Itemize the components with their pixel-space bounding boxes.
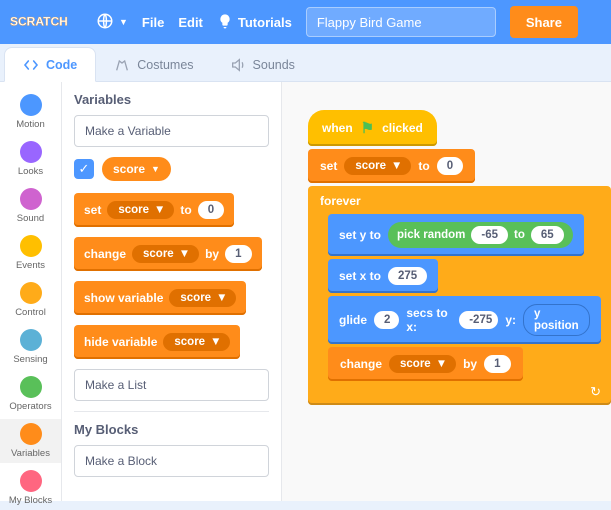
variable-row[interactable]: ✓ score▼ (74, 157, 269, 181)
block-show-variable[interactable]: show variable score▼ (74, 281, 246, 315)
tab-code[interactable]: Code (4, 47, 96, 82)
globe-icon (96, 12, 114, 33)
number-input[interactable]: 65 (531, 226, 564, 244)
scratch-logo[interactable]: SCRATCH (10, 10, 82, 34)
category-control[interactable]: Control (0, 278, 61, 322)
variables-dot-icon (20, 423, 42, 445)
block-forever[interactable]: forever set y to pick random -65 to 65 s… (308, 186, 611, 405)
operators-dot-icon (20, 376, 42, 398)
forever-label: forever (318, 194, 601, 208)
green-flag-icon: ⚑ (361, 119, 374, 137)
lightbulb-icon (217, 13, 233, 32)
costumes-icon (114, 57, 130, 73)
category-looks[interactable]: Looks (0, 137, 61, 181)
number-input[interactable]: 2 (374, 311, 399, 329)
script-workspace[interactable]: when ⚑ clicked set score▼ to 0 forever s… (282, 82, 611, 501)
category-sound[interactable]: Sound (0, 184, 61, 228)
language-menu[interactable]: ▼ (96, 12, 128, 33)
share-button[interactable]: Share (510, 6, 578, 38)
svg-text:SCRATCH: SCRATCH (10, 15, 68, 29)
loop-arrow-icon: ↻ (590, 384, 601, 400)
var-dropdown[interactable]: score▼ (163, 333, 230, 351)
block-set-score-0[interactable]: set score▼ to 0 (308, 149, 475, 183)
sensing-dot-icon (20, 329, 42, 351)
block-change-score[interactable]: change score▼ by 1 (328, 347, 523, 381)
category-sensing[interactable]: Sensing (0, 325, 61, 369)
block-pick-random[interactable]: pick random -65 to 65 (388, 222, 573, 248)
caret-down-icon: ▼ (151, 164, 160, 174)
main-area: Motion Looks Sound Events Control Sensin… (0, 82, 611, 501)
category-events[interactable]: Events (0, 231, 61, 275)
category-column: Motion Looks Sound Events Control Sensin… (0, 82, 62, 501)
block-hide-variable[interactable]: hide variable score▼ (74, 325, 240, 359)
motion-dot-icon (20, 94, 42, 116)
looks-dot-icon (20, 141, 42, 163)
tab-row: Code Costumes Sounds (0, 44, 611, 82)
block-glide[interactable]: glide 2 secs to x: -275 y: y position (328, 296, 601, 344)
sounds-icon (230, 57, 246, 73)
reporter-y-position[interactable]: y position (523, 304, 590, 336)
variable-checkbox[interactable]: ✓ (74, 159, 94, 179)
number-input[interactable]: 1 (225, 245, 251, 263)
var-dropdown[interactable]: score▼ (169, 289, 236, 307)
edit-menu[interactable]: Edit (178, 15, 203, 30)
caret-down-icon: ▼ (119, 17, 128, 27)
tutorials-button[interactable]: Tutorials (217, 13, 292, 32)
myblocks-heading: My Blocks (74, 422, 269, 437)
control-dot-icon (20, 282, 42, 304)
make-block-button[interactable]: Make a Block (74, 445, 269, 477)
number-input[interactable]: 0 (198, 201, 224, 219)
category-operators[interactable]: Operators (0, 372, 61, 416)
sound-dot-icon (20, 188, 42, 210)
tab-costumes[interactable]: Costumes (96, 48, 211, 81)
var-dropdown[interactable]: score▼ (344, 157, 411, 175)
block-change-variable[interactable]: change score▼ by 1 (74, 237, 262, 271)
script-stack[interactable]: when ⚑ clicked set score▼ to 0 forever s… (308, 110, 611, 405)
category-variables[interactable]: Variables (0, 419, 61, 463)
block-set-x[interactable]: set x to 275 (328, 259, 438, 293)
variables-heading: Variables (74, 92, 269, 107)
category-motion[interactable]: Motion (0, 90, 61, 134)
file-menu[interactable]: File (142, 15, 164, 30)
number-input[interactable]: 0 (437, 157, 463, 175)
make-list-button[interactable]: Make a List (74, 369, 269, 401)
variable-reporter-score[interactable]: score▼ (102, 157, 171, 181)
tab-sounds[interactable]: Sounds (212, 48, 313, 81)
block-palette: Variables Make a Variable ✓ score▼ set s… (62, 82, 282, 501)
events-dot-icon (20, 235, 42, 257)
number-input[interactable]: -275 (459, 311, 498, 329)
var-dropdown[interactable]: score▼ (107, 201, 174, 219)
number-input[interactable]: -65 (471, 226, 508, 244)
number-input[interactable]: 275 (388, 267, 427, 285)
var-dropdown[interactable]: score▼ (389, 355, 456, 373)
block-set-variable[interactable]: set score▼ to 0 (74, 193, 234, 227)
make-variable-button[interactable]: Make a Variable (74, 115, 269, 147)
code-icon (23, 57, 39, 73)
divider (74, 411, 269, 412)
menu-bar: SCRATCH ▼ File Edit Tutorials Share (0, 0, 611, 44)
block-set-y[interactable]: set y to pick random -65 to 65 (328, 214, 584, 256)
block-when-flag-clicked[interactable]: when ⚑ clicked (308, 110, 437, 146)
number-input[interactable]: 1 (484, 355, 510, 373)
var-dropdown[interactable]: score▼ (132, 245, 199, 263)
project-title-input[interactable] (306, 7, 496, 37)
myblocks-dot-icon (20, 470, 42, 492)
category-myblocks[interactable]: My Blocks (0, 466, 61, 510)
